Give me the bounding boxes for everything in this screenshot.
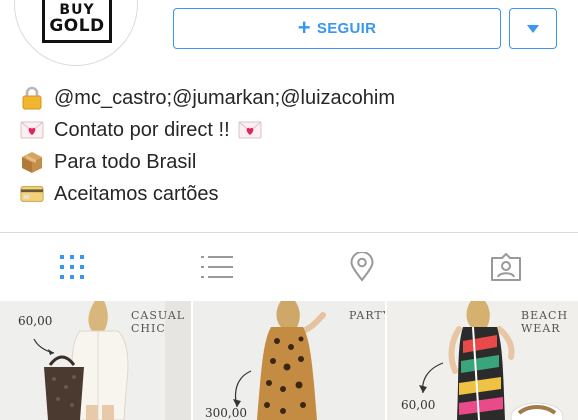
bio-tags-text: @mc_castro;@jumarkan;@luizacohim	[54, 86, 396, 109]
brand-logo: BUY GOLD	[42, 0, 112, 43]
logo-line-1: BUY	[59, 2, 95, 18]
profile-bio: @mc_castro;@jumarkan;@luizacohim Contato…	[20, 82, 395, 210]
tab-tagged-view[interactable]	[456, 233, 556, 301]
love-letter-icon	[238, 118, 262, 142]
post-caption: BEACH WEAR	[521, 309, 569, 335]
grid-icon	[60, 255, 84, 279]
profile-tabs	[0, 232, 578, 300]
credit-card-icon	[20, 182, 44, 206]
post-price: 60,00	[18, 314, 53, 328]
logo-line-2: GOLD	[49, 16, 105, 36]
bio-payment-text: Aceitamos cartões	[54, 182, 219, 205]
caret-down-icon	[527, 24, 539, 33]
love-letter-icon	[20, 118, 44, 142]
follow-label: SEGUIR	[316, 20, 377, 37]
follow-button[interactable]: + SEGUIR	[173, 8, 501, 49]
tagged-person-icon	[491, 253, 521, 281]
post-caption: CASUAL CHIC	[131, 309, 186, 335]
post-price: 300,00	[205, 406, 247, 420]
plus-icon: +	[297, 14, 311, 40]
bio-line-shipping: Para todo Brasil	[20, 146, 395, 178]
location-pin-icon	[350, 252, 374, 282]
post-tile[interactable]: BEACH WEAR 60,00	[387, 301, 578, 420]
post-tile[interactable]: CASUAL CHIC 60,00	[0, 301, 191, 420]
tab-grid-view[interactable]	[22, 233, 122, 301]
post-caption: PARTY	[349, 309, 385, 322]
package-icon	[20, 150, 44, 174]
bio-shipping-text: Para todo Brasil	[54, 150, 197, 173]
profile-avatar[interactable]: BUY GOLD	[14, 0, 138, 66]
tab-list-view[interactable]	[167, 233, 267, 301]
tab-map-view[interactable]	[312, 233, 412, 301]
bio-line-payment: Aceitamos cartões	[20, 178, 395, 210]
post-grid: CASUAL CHIC 60,00 PARTY 300,00	[0, 301, 578, 420]
post-price: 60,00	[401, 398, 436, 412]
list-icon	[201, 256, 233, 278]
lock-icon	[20, 86, 44, 110]
post-tile[interactable]: PARTY 300,00	[193, 301, 385, 420]
bio-contact-text: Contato por direct !!	[54, 118, 230, 141]
suggestions-dropdown-button[interactable]	[509, 8, 557, 49]
bio-line-tags: @mc_castro;@jumarkan;@luizacohim	[20, 82, 395, 114]
bio-line-contact: Contato por direct !!	[20, 114, 395, 146]
